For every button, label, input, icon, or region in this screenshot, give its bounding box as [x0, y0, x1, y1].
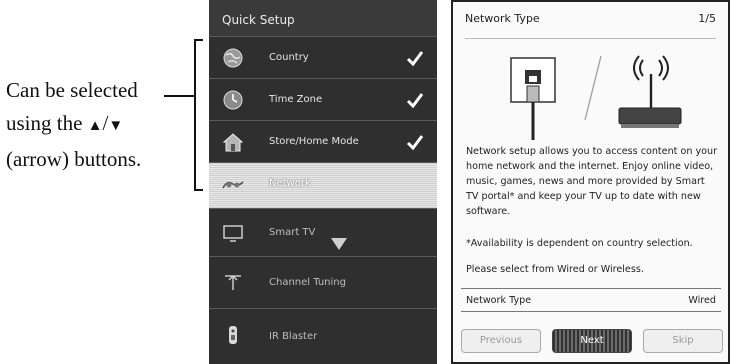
page-indicator: 1/5 [698, 12, 716, 25]
remote-icon [229, 326, 237, 344]
house-icon [222, 133, 244, 152]
menu-item-channel-tuning[interactable]: Channel Tuning [209, 256, 437, 308]
menu-item-store-home-mode[interactable]: Store/Home Mode [209, 120, 437, 162]
scroll-down-arrow-icon[interactable] [331, 238, 347, 250]
clock-icon [223, 90, 243, 110]
router-icon [618, 55, 682, 128]
up-arrow-icon: ▲ [87, 118, 103, 134]
annotation-pointer [164, 95, 196, 97]
tv-icon [223, 225, 243, 242]
annotation-using: using the [6, 111, 88, 135]
annotation-line-3: (arrow) buttons. [6, 147, 142, 171]
annotation-text: Can be selected using the ▲/▼ (arrow) bu… [6, 74, 182, 176]
menu-item-label: Country [269, 52, 309, 63]
globe-icon [223, 48, 243, 68]
checkmark-icon [406, 51, 424, 67]
menu-item-country[interactable]: Country [209, 36, 437, 78]
network-type-selector[interactable]: Network Type Wired [461, 288, 721, 312]
divider-slash [584, 55, 602, 121]
lan-cable-icon [526, 85, 540, 140]
annotation-bracket [194, 39, 203, 191]
setting-value: Wired [688, 295, 716, 306]
menu-item-label: Smart TV [269, 227, 316, 238]
menu-item-label: Time Zone [269, 94, 323, 105]
setting-label: Network Type [466, 295, 532, 306]
checkmark-icon [406, 93, 424, 109]
menu-item-label: IR Blaster [269, 331, 318, 342]
panel-header: Network Type 1/5 [465, 12, 716, 39]
annotation-line-1: Can be selected [6, 78, 138, 102]
down-arrow-icon: ▼ [108, 118, 124, 134]
quick-setup-menu: Quick Setup Country Time Zone Store/Home… [209, 0, 437, 364]
menu-item-network[interactable]: Network [209, 162, 437, 208]
checkmark-icon [406, 135, 424, 151]
description-text: Network setup allows you to access conte… [466, 146, 718, 217]
selection-prompt: Please select from Wired or Wireless. [466, 264, 644, 275]
skip-button[interactable]: Skip [643, 329, 723, 353]
menu-item-label: Network [269, 178, 311, 189]
header-divider [465, 38, 716, 39]
previous-button[interactable]: Previous [461, 329, 541, 353]
menu-item-time-zone[interactable]: Time Zone [209, 78, 437, 120]
next-button[interactable]: Next [552, 329, 632, 353]
availability-note: *Availability is dependent on country se… [466, 238, 693, 249]
menu-item-label: Store/Home Mode [269, 136, 359, 147]
network-icon [222, 181, 244, 189]
network-illustration [510, 55, 682, 140]
panel-title: Network Type [465, 12, 540, 25]
menu-title: Quick Setup [209, 0, 437, 36]
antenna-icon [225, 274, 241, 290]
annotation-line-2: using the ▲/▼ [6, 107, 182, 143]
menu-item-ir-blaster[interactable]: IR Blaster [209, 308, 437, 364]
network-type-panel: Network Type 1/5 Network setup allows yo… [451, 0, 730, 364]
menu-item-smart-tv[interactable]: Smart TV [209, 208, 437, 256]
menu-item-label: Channel Tuning [269, 277, 346, 288]
